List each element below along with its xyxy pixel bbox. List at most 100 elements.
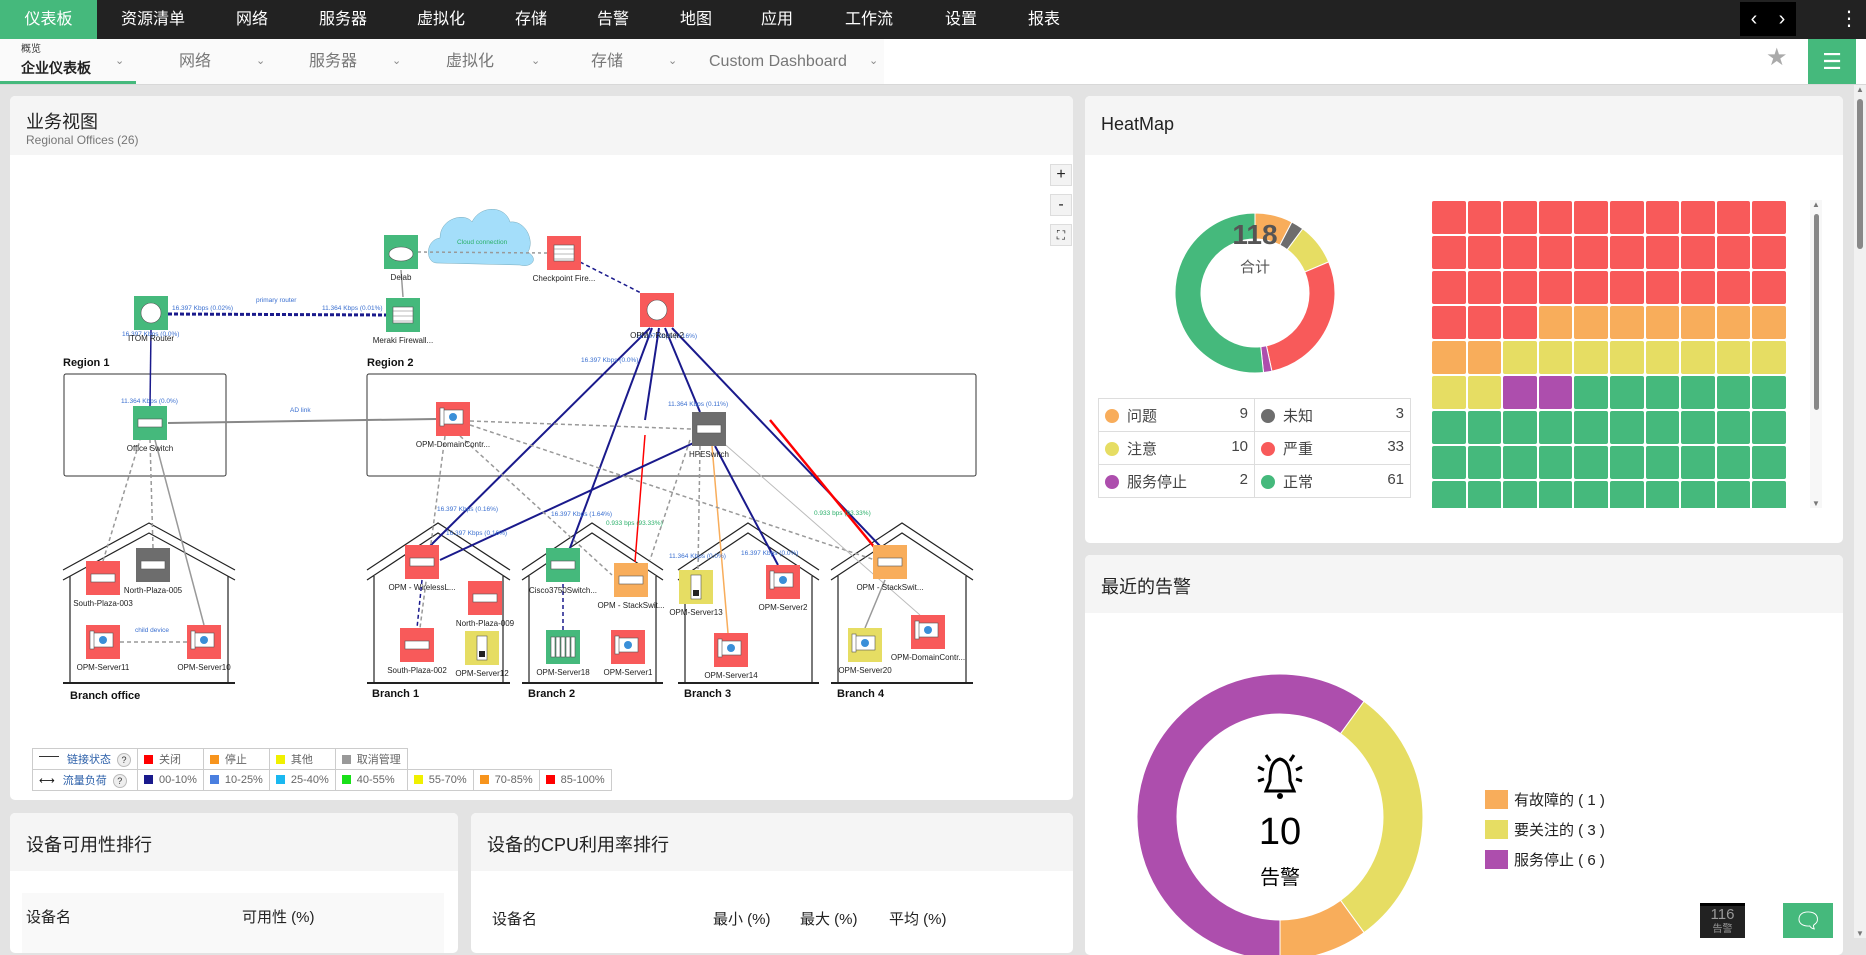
legend-clear[interactable]: 正常 61 [1254,464,1411,498]
heatmap-cell[interactable] [1573,270,1609,305]
chevron-down-icon[interactable]: ⌄ [668,39,677,84]
heatmap-cell[interactable] [1502,375,1538,410]
legend-trouble[interactable]: 有故障的 ( 1 ) [1485,789,1605,810]
heatmap-cell[interactable] [1751,270,1787,305]
heatmap-cell[interactable] [1608,270,1645,305]
heatmap-cell[interactable] [1537,235,1574,270]
heatmap-cell[interactable] [1715,270,1752,305]
help-icon[interactable]: ? [112,774,127,788]
heatmap-cell[interactable] [1680,445,1716,480]
heatmap-cell[interactable] [1715,340,1752,375]
column-header-avg[interactable]: 平均 (%) [889,908,947,929]
heatmap-cell[interactable] [1466,305,1503,340]
nav-virtualization[interactable]: 虚拟化 [405,0,477,39]
heatmap-cell[interactable] [1715,480,1752,508]
heatmap-cell[interactable] [1573,340,1609,375]
chevron-down-icon[interactable]: ⌄ [869,39,878,84]
heatmap-cell[interactable] [1502,480,1538,508]
heatmap-cell[interactable] [1502,340,1538,375]
heatmap-cell[interactable] [1502,305,1538,340]
device-node[interactable]: OPM-Server11 [77,625,130,672]
nav-storage[interactable]: 存储 [503,0,559,39]
heatmap-cell[interactable] [1751,235,1787,270]
heatmap-cell[interactable] [1644,305,1681,340]
legend-unknown[interactable]: 未知 3 [1254,398,1411,432]
column-header-min[interactable]: 最小 (%) [713,908,771,929]
heatmap-cell[interactable] [1680,410,1716,445]
tab-virtualization[interactable]: 虚拟化 ⌄ [446,39,546,84]
heatmap-cell[interactable] [1537,305,1574,340]
heatmap-cell[interactable] [1608,200,1645,235]
heatmap-cell[interactable] [1537,480,1574,508]
heatmap-cell[interactable] [1537,340,1574,375]
heatmap-cell[interactable] [1573,235,1609,270]
device-node[interactable]: OPM-Server18 [536,630,590,677]
legend-trouble[interactable]: 问题 9 [1098,398,1255,432]
device-node[interactable]: South-Plaza-003 [73,561,133,608]
favorite-star-icon[interactable]: ★ [1766,43,1788,72]
chevron-right-icon[interactable]: › [1779,8,1786,31]
device-node[interactable]: OPM-Server14 [704,633,758,680]
column-header-device[interactable]: 设备名 [492,908,537,929]
heatmap-cell[interactable] [1573,445,1609,480]
chat-button[interactable]: 🗨 [1783,903,1833,938]
topology-map[interactable]: Region 1 Region 2 Branch office Branch 1… [10,96,1073,800]
device-node[interactable]: Delab [384,235,418,282]
heatmap-cell[interactable] [1431,200,1467,235]
heatmap-cell[interactable] [1466,200,1503,235]
heatmap-cell[interactable] [1466,410,1503,445]
donut-slice[interactable] [1339,700,1424,934]
nav-dashboard[interactable]: 仪表板 [0,0,97,39]
heatmap-cell[interactable] [1431,410,1467,445]
device-node[interactable]: North-Plaza-005 [124,548,183,595]
heatmap-cell[interactable] [1431,480,1467,508]
device-node[interactable]: OPM - Router2 [630,293,684,340]
chevron-down-icon[interactable]: ⌄ [392,39,401,84]
heatmap-cell[interactable] [1715,410,1752,445]
column-header-max[interactable]: 最大 (%) [800,908,858,929]
heatmap-cell[interactable] [1502,235,1538,270]
chevron-left-icon[interactable]: ‹ [1751,8,1758,31]
heatmap-cell[interactable] [1680,375,1716,410]
tab-servers[interactable]: 服务器 ⌄ [309,39,409,84]
legend-critical[interactable]: 严重 33 [1254,431,1411,465]
heatmap-cell[interactable] [1644,410,1681,445]
heatmap-cell[interactable] [1431,270,1467,305]
heatmap-cell[interactable] [1751,305,1787,340]
device-node[interactable]: OPM-Server20 [838,628,892,675]
heatmap-cell[interactable] [1608,445,1645,480]
nav-apps[interactable]: 应用 [749,0,805,39]
scroll-thumb[interactable] [1814,214,1819,410]
heatmap-cell[interactable] [1537,375,1574,410]
heatmap-cell[interactable] [1680,235,1716,270]
chevron-down-icon[interactable]: ⌄ [531,39,540,84]
nav-servers[interactable]: 服务器 [307,0,379,39]
heatmap-cell[interactable] [1644,480,1681,508]
legend-service-down[interactable]: 服务停止 2 [1098,464,1255,498]
heatmap-cell[interactable] [1751,375,1787,410]
heatmap-cell[interactable] [1502,410,1538,445]
device-node[interactable]: South-Plaza-002 [387,628,447,675]
chevron-down-icon[interactable]: ⌄ [115,39,124,84]
heatmap-cell[interactable] [1431,305,1467,340]
device-node[interactable]: OPM-DomainContr... [891,615,965,662]
chevron-down-icon[interactable]: ⌄ [256,39,265,84]
device-node[interactable]: Cisco3750Switch... [529,548,597,595]
nav-alarms[interactable]: 告警 [585,0,641,39]
legend-attention[interactable]: 注意 10 [1098,431,1255,465]
device-node[interactable]: ITOM Router [128,296,174,343]
heatmap-cell[interactable] [1431,235,1467,270]
heatmap-cell[interactable] [1715,200,1752,235]
heatmap-cell[interactable] [1680,200,1716,235]
heatmap-cell[interactable] [1502,270,1538,305]
heatmap-cell[interactable] [1573,410,1609,445]
heatmap-cell[interactable] [1537,270,1574,305]
zoom-out-button[interactable]: - [1050,194,1072,216]
help-icon[interactable]: ? [117,753,131,767]
heatmap-cell[interactable] [1608,480,1645,508]
heatmap-cell[interactable] [1537,410,1574,445]
heatmap-cell[interactable] [1466,340,1503,375]
zoom-in-button[interactable]: + [1050,164,1072,186]
scroll-thumb[interactable] [1857,99,1863,249]
heatmap-cell[interactable] [1608,410,1645,445]
